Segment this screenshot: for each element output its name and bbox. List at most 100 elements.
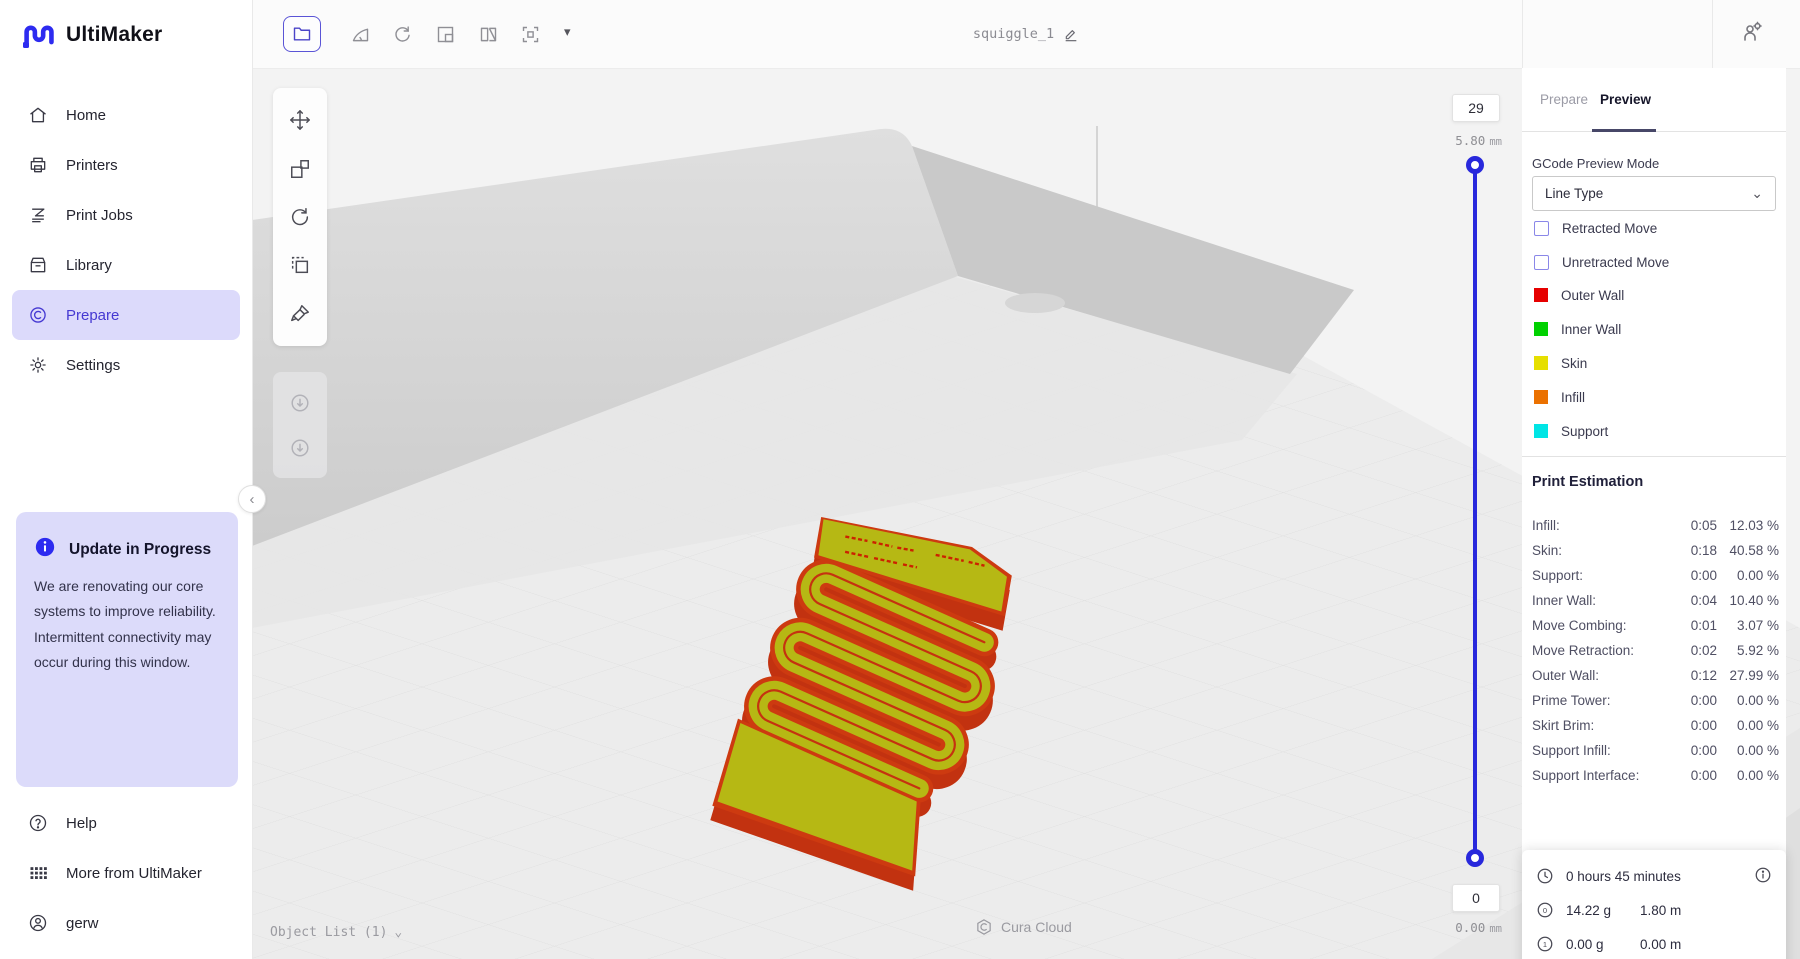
estimation-label: Support: [1532,568,1584,583]
tab-prepare[interactable]: Prepare [1540,68,1588,131]
rotate-tool-button-vp[interactable] [289,206,311,228]
estimation-percent: 0.00 % [1736,568,1779,583]
watermark-label: Cura Cloud [1001,919,1072,935]
legend-row: Inner Wall [1534,319,1621,339]
estimation-row: Inner Wall: 0:04 10.40 % [1522,589,1786,614]
move-icon [290,110,310,131]
ultimaker-logo-icon [23,25,54,48]
sidebar-item-print-jobs[interactable]: Print Jobs [0,190,252,240]
sidebar-item-printers[interactable]: Printers [0,140,252,190]
print-duration: 0 hours 45 minutes [1566,868,1681,884]
legend-label: Inner Wall [1561,321,1622,337]
layer-top-mm-label: 5.80 mm [1455,133,1502,148]
estimation-time: 0:00 [1690,568,1717,583]
panel-divider [1522,456,1786,457]
estimation-percent: 0.00 % [1736,693,1779,708]
move-tool-button[interactable] [289,109,311,131]
toggle-unretracted-move[interactable]: Unretracted Move [1534,252,1669,272]
legend-label: Outer Wall [1561,287,1625,303]
estimation-row: Move Retraction: 0:02 5.92 % [1522,639,1786,664]
gcode-preview-mode-label: GCode Preview Mode [1532,156,1660,171]
extruder-circle-icon [291,393,309,412]
document-title: squiggle_1 [972,26,1055,42]
estimation-percent: 3.07 % [1736,618,1779,633]
legend-swatch [1534,356,1548,370]
legend-swatch [1534,390,1548,404]
estimation-label: Infill: [1532,518,1560,533]
sidebar-item-label: Help [66,814,97,832]
legend-label: Skin [1561,355,1588,371]
estimation-time: 0:02 [1690,643,1717,658]
tab-preview[interactable]: Preview [1600,68,1651,131]
legend-row: Support [1534,421,1608,441]
estimation-percent: 40.58 % [1729,543,1779,558]
layer-bottom-value-box[interactable]: 0 [1452,884,1500,912]
estimation-time: 0:04 [1690,593,1717,608]
library-icon [30,257,46,273]
layer-slider-top-handle[interactable] [1466,156,1484,174]
sidebar-nav: Home Printers Print Jobs Library Prepare… [0,90,252,390]
sidebar-item-help[interactable]: Help [0,798,252,848]
info-icon[interactable] [1754,866,1772,884]
extruder-1-select-button[interactable] [289,392,311,414]
update-notice-card: Update in Progress We are renovating our… [16,512,238,787]
sidebar-item-label: Prepare [66,306,120,324]
notice-title: Update in Progress [69,541,212,558]
estimation-row: Skirt Brim: 0:00 0.00 % [1522,714,1786,739]
sidebar-item-prepare[interactable]: Prepare [12,290,240,340]
brand-logo[interactable]: UltiMaker [22,20,162,50]
layer-slider-bottom-handle[interactable] [1466,849,1484,867]
gcode-mode-select[interactable]: Line Type ⌄ [1532,176,1776,211]
layer-bottom-value: 0 [1472,890,1480,906]
username-label: gerw [66,914,99,932]
layer-slider-track[interactable] [1473,165,1477,858]
help-icon [29,814,47,832]
legend-swatch [1534,322,1548,336]
toggle-retracted-move[interactable]: Retracted Move [1534,218,1657,238]
duplicate-icon [291,257,309,274]
home-icon [30,107,46,123]
apps-grid-icon [30,867,47,879]
toggle-label: Unretracted Move [1562,254,1670,270]
print-jobs-icon [32,208,45,223]
object-list-toggle[interactable]: Object List (1) ⌄ [270,925,402,940]
sidebar-item-home[interactable]: Home [0,90,252,140]
material-grams: 14.22 g [1566,902,1612,918]
checkbox[interactable] [1534,254,1549,270]
extruder-1-material-row: 1 0.00 g 0.00 m [1536,934,1772,954]
extruder-2-select-button[interactable] [289,437,311,459]
layer-bottom-mm-label: 0.00 mm [1455,920,1502,935]
cura-logo-icon [977,919,991,935]
layer-top-value: 29 [1468,100,1484,116]
estimation-row: Outer Wall: 0:12 27.99 % [1522,664,1786,689]
layer-top-value-box[interactable]: 29 [1452,94,1500,122]
printer-access-icon[interactable] [1740,20,1764,49]
sidebar-item-more-from-ultimaker[interactable]: More from UltiMaker [0,848,252,898]
sidebar-item-library[interactable]: Library [0,240,252,290]
estimation-time: 0:00 [1690,743,1717,758]
mirror-copy-tool-button[interactable] [289,254,311,276]
support-paint-tool-button[interactable] [289,303,311,325]
rename-pencil-icon[interactable] [1063,26,1079,42]
sidebar-item-settings[interactable]: Settings [0,340,252,390]
scale-tool-button-vp[interactable] [289,158,311,180]
svg-text:0: 0 [1543,906,1547,915]
legend-swatch [1534,288,1548,302]
estimation-label: Support Interface: [1532,768,1640,783]
sidebar-collapse-button[interactable]: ‹ [238,485,266,513]
estimation-percent: 0.00 % [1736,768,1779,783]
extruder-tools-card-disabled [273,372,327,478]
sidebar-item-account[interactable]: gerw [0,898,252,948]
brand-name: UltiMaker [66,23,163,46]
printer-icon [30,157,46,173]
chevron-left-icon: ‹ [249,490,255,508]
checkbox[interactable] [1534,220,1549,236]
sidebar-item-label: Print Jobs [66,206,133,224]
estimation-row: Move Combing: 0:01 3.07 % [1522,614,1786,639]
estimation-percent: 0.00 % [1736,718,1779,733]
legend-swatch [1534,424,1548,438]
gcode-mode-value: Line Type [1545,186,1604,201]
material-meters: 0.00 m [1640,936,1682,952]
svg-text:1: 1 [1543,940,1547,949]
estimation-time: 0:00 [1690,768,1717,783]
